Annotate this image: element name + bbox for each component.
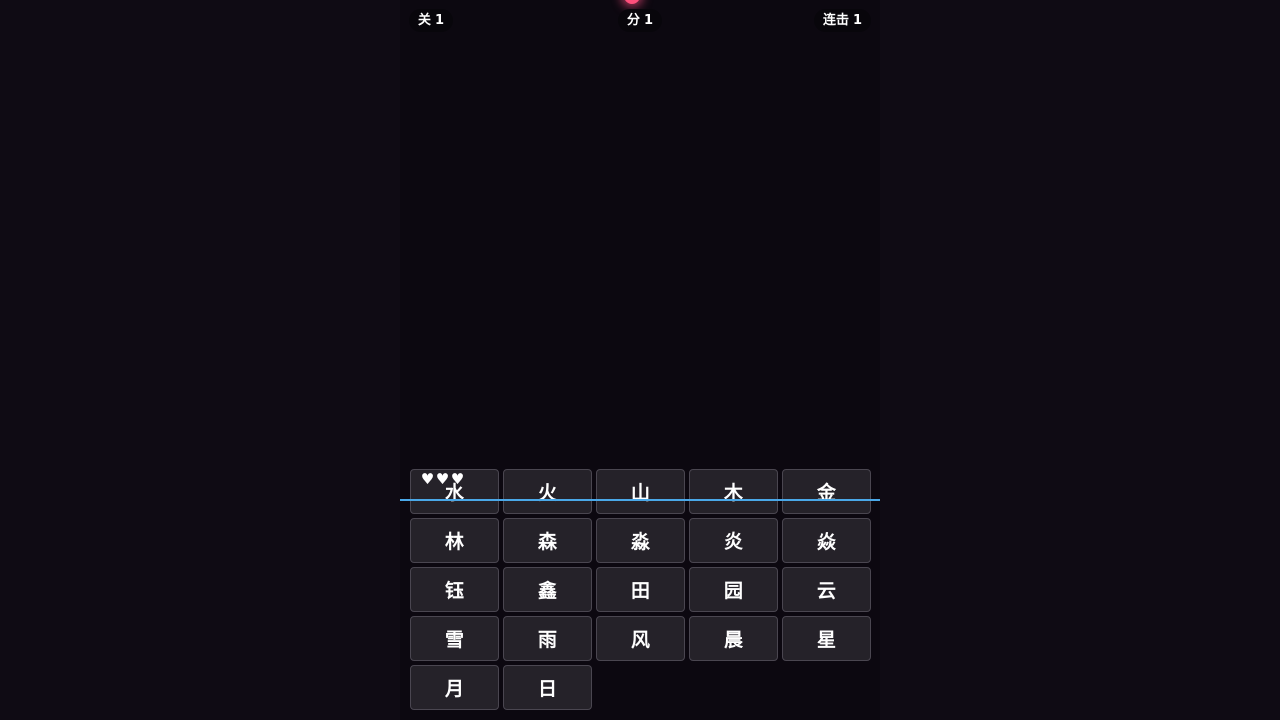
score-indicator: 分1 [617,9,663,32]
character-tile[interactable]: 鑫 [503,567,592,612]
character-tile[interactable]: 焱 [782,518,871,563]
character-tile[interactable]: 炎 [689,518,778,563]
score-label: 分 [626,13,640,28]
game-stage: 关1 分1 连击 1 水火山木金林森淼炎焱钰鑫田园云雪雨风晨星月日 ♥ ♥ ♥ [400,0,880,720]
score-value: 1 [643,13,654,28]
character-tile[interactable]: 田 [596,567,685,612]
character-tile[interactable]: 园 [689,567,778,612]
character-tile[interactable]: 雨 [503,616,592,661]
character-tile[interactable]: 月 [410,665,499,710]
character-tile[interactable]: 淼 [596,518,685,563]
level-label: 关 [418,13,432,28]
character-tile[interactable]: 云 [782,567,871,612]
character-tile[interactable]: 金 [782,469,871,514]
character-tile[interactable]: 山 [596,469,685,514]
character-tile[interactable]: 森 [503,518,592,563]
character-tile[interactable]: 林 [410,518,499,563]
character-tile[interactable]: 雪 [410,616,499,661]
heart-icon: ♥ [435,470,450,488]
level-indicator: 关1 [409,9,454,32]
character-tile[interactable]: 火 [503,469,592,514]
character-tile[interactable]: 木 [689,469,778,514]
lives-indicator: ♥ ♥ ♥ [420,471,465,487]
combo-value: 1 [852,13,862,28]
level-value: 1 [435,13,445,28]
character-tile[interactable]: 风 [596,616,685,661]
character-tile[interactable]: 钰 [410,567,499,612]
heart-icon: ♥ [420,470,435,488]
combo-indicator: 连击 1 [813,9,871,32]
character-tile-grid: 水火山木金林森淼炎焱钰鑫田园云雪雨风晨星月日 [410,469,871,710]
character-tile[interactable]: 日 [503,665,592,710]
character-tile[interactable]: 星 [782,616,871,661]
falling-orb [624,0,640,4]
danger-line [400,499,880,501]
heart-icon: ♥ [450,470,465,488]
combo-label: 连击 [822,13,849,28]
character-tile[interactable]: 晨 [689,616,778,661]
